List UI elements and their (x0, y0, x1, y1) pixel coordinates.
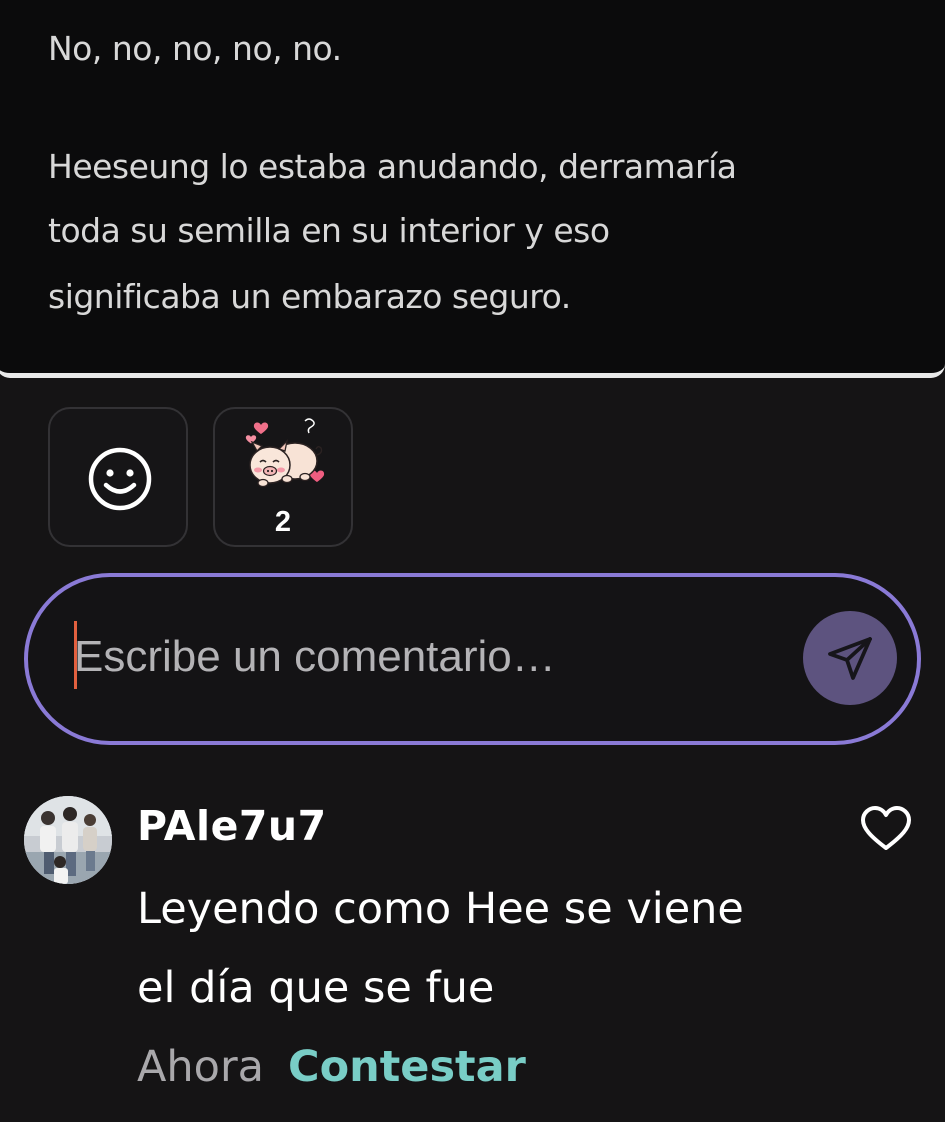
avatar-photo (24, 796, 112, 884)
comment-timestamp: Ahora (137, 1042, 265, 1092)
send-icon (828, 637, 872, 680)
pig-sticker-icon (245, 418, 325, 488)
comment-text-line: Leyendo como Hee se viene (137, 884, 744, 934)
send-comment-button[interactable] (803, 611, 897, 705)
avatar[interactable] (24, 796, 112, 884)
comment-text-line: el día que se fue (137, 963, 495, 1013)
reply-button[interactable]: Contestar (288, 1042, 526, 1092)
excerpt-line: Heeseung lo estaba anudando, derramaría (48, 147, 737, 186)
chapter-comments-screen: No, no, no, no, no. Heeseung lo estaba a… (0, 0, 945, 1122)
pig-sticker-reaction-button[interactable]: 2 (213, 407, 353, 547)
comment-meta: Ahora Contestar (137, 1046, 526, 1089)
comment-input-box[interactable] (24, 573, 921, 745)
reaction-count: 2 (274, 506, 292, 538)
comment-username[interactable]: PAle7u7 (137, 806, 327, 847)
comment-input[interactable] (74, 617, 794, 697)
excerpt-line: significaba un embarazo seguro. (48, 277, 571, 316)
add-reaction-button[interactable] (48, 407, 188, 547)
paragraph-excerpt-card: No, no, no, no, no. Heeseung lo estaba a… (0, 0, 945, 378)
excerpt-line: toda su semilla en su interior y eso (48, 211, 610, 250)
smiley-icon (88, 447, 152, 511)
heart-icon[interactable] (860, 806, 912, 852)
excerpt-line: No, no, no, no, no. (48, 29, 342, 68)
